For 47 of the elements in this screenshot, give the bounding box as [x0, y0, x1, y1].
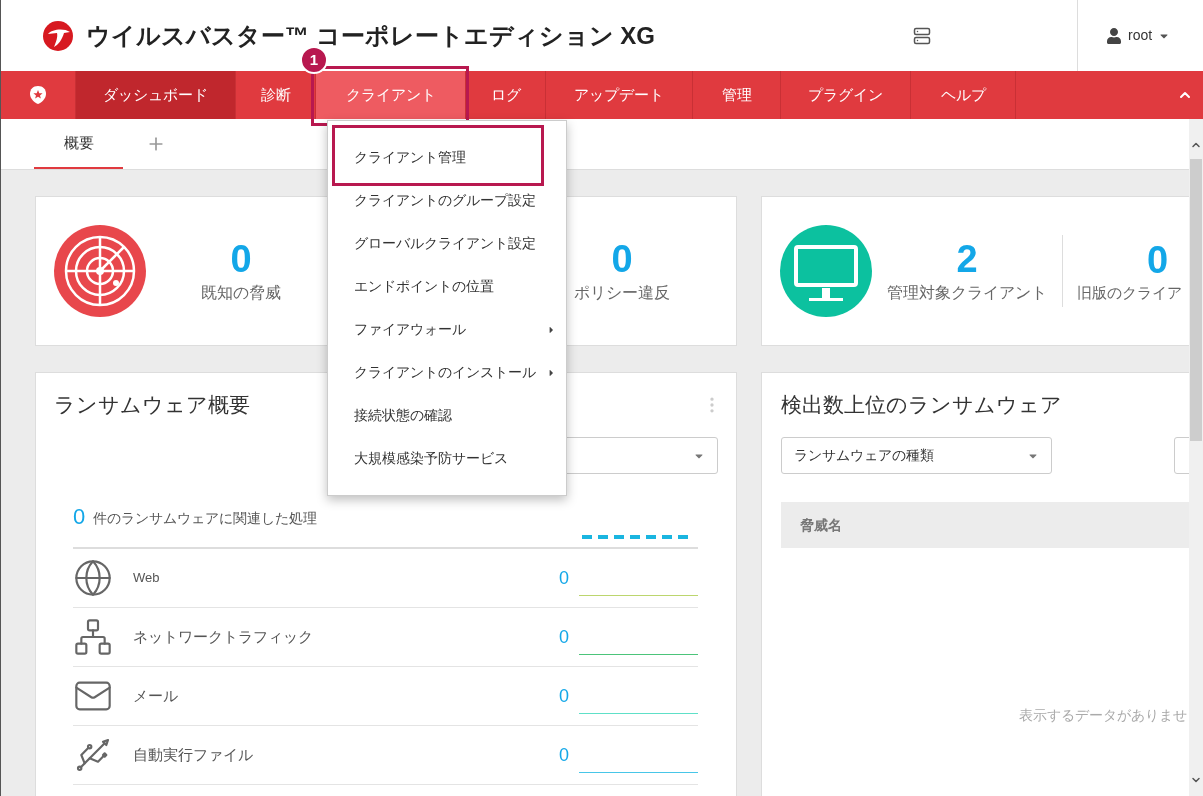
- stat-value: 0: [230, 237, 252, 281]
- scrollbar[interactable]: [1189, 119, 1203, 796]
- overview-tab[interactable]: 概要: [34, 119, 123, 169]
- menu-item[interactable]: クライアント管理: [328, 136, 566, 179]
- row-label: 自動実行ファイル: [133, 744, 254, 765]
- column-header: 脅威名: [800, 515, 842, 535]
- scroll-thumb[interactable]: [1190, 159, 1202, 441]
- row-value: 0: [559, 566, 569, 590]
- submenu-arrow-icon: [547, 324, 556, 335]
- stat-value: 0: [1147, 237, 1169, 282]
- card-title: 検出数上位のランサムウェア: [781, 392, 1062, 419]
- nav-tab[interactable]: ダッシュボード: [76, 71, 236, 119]
- submenu-arrow-icon: [547, 367, 556, 378]
- row-value: 0: [559, 684, 569, 708]
- menu-item[interactable]: 接続状態の確認: [328, 394, 566, 437]
- total-count: 0: [73, 503, 86, 531]
- row-label: メール: [133, 685, 179, 706]
- server-icon[interactable]: [913, 26, 931, 45]
- row-value: 0: [559, 625, 569, 649]
- empty-message: 表示するデータがありませ: [1019, 707, 1187, 723]
- row-label: ネットワークトラフィック: [133, 626, 314, 647]
- user-icon: [1106, 27, 1122, 44]
- card-title: ランサムウェア概要: [54, 392, 250, 419]
- stat-label: 既知の脅威: [201, 283, 281, 303]
- menu-item[interactable]: ファイアウォール: [328, 308, 566, 351]
- row-value: 0: [559, 743, 569, 767]
- radar-icon: [54, 225, 146, 317]
- monitor-icon: [780, 225, 872, 317]
- total-label: 件のランサムウェアに関連した処理: [93, 509, 319, 528]
- globe-icon: [73, 558, 113, 598]
- network-icon: [73, 617, 113, 657]
- stat-label: ポリシー違反: [574, 283, 670, 303]
- menu-item[interactable]: 大規模感染予防サービス: [328, 437, 566, 480]
- step-badge: 1: [300, 46, 328, 74]
- stat-label: 旧版のクライア: [1077, 282, 1182, 303]
- user-menu-button[interactable]: root: [1128, 25, 1171, 46]
- stat-label: 管理対象クライアント: [887, 283, 1047, 303]
- stat-value: 2: [956, 237, 978, 281]
- row-label: Web: [133, 569, 161, 588]
- menu-item[interactable]: グローバルクライアント設定: [328, 222, 566, 265]
- logo-icon: [42, 19, 74, 52]
- shield-star-icon[interactable]: [29, 85, 47, 105]
- menu-item[interactable]: エンドポイントの位置: [328, 265, 566, 308]
- stat-value: 0: [611, 237, 633, 281]
- menu-item[interactable]: クライアントのグループ設定: [328, 179, 566, 222]
- menu-item[interactable]: クライアントのインストール: [328, 351, 566, 394]
- type-select[interactable]: ランサムウェアの種類: [781, 437, 1052, 474]
